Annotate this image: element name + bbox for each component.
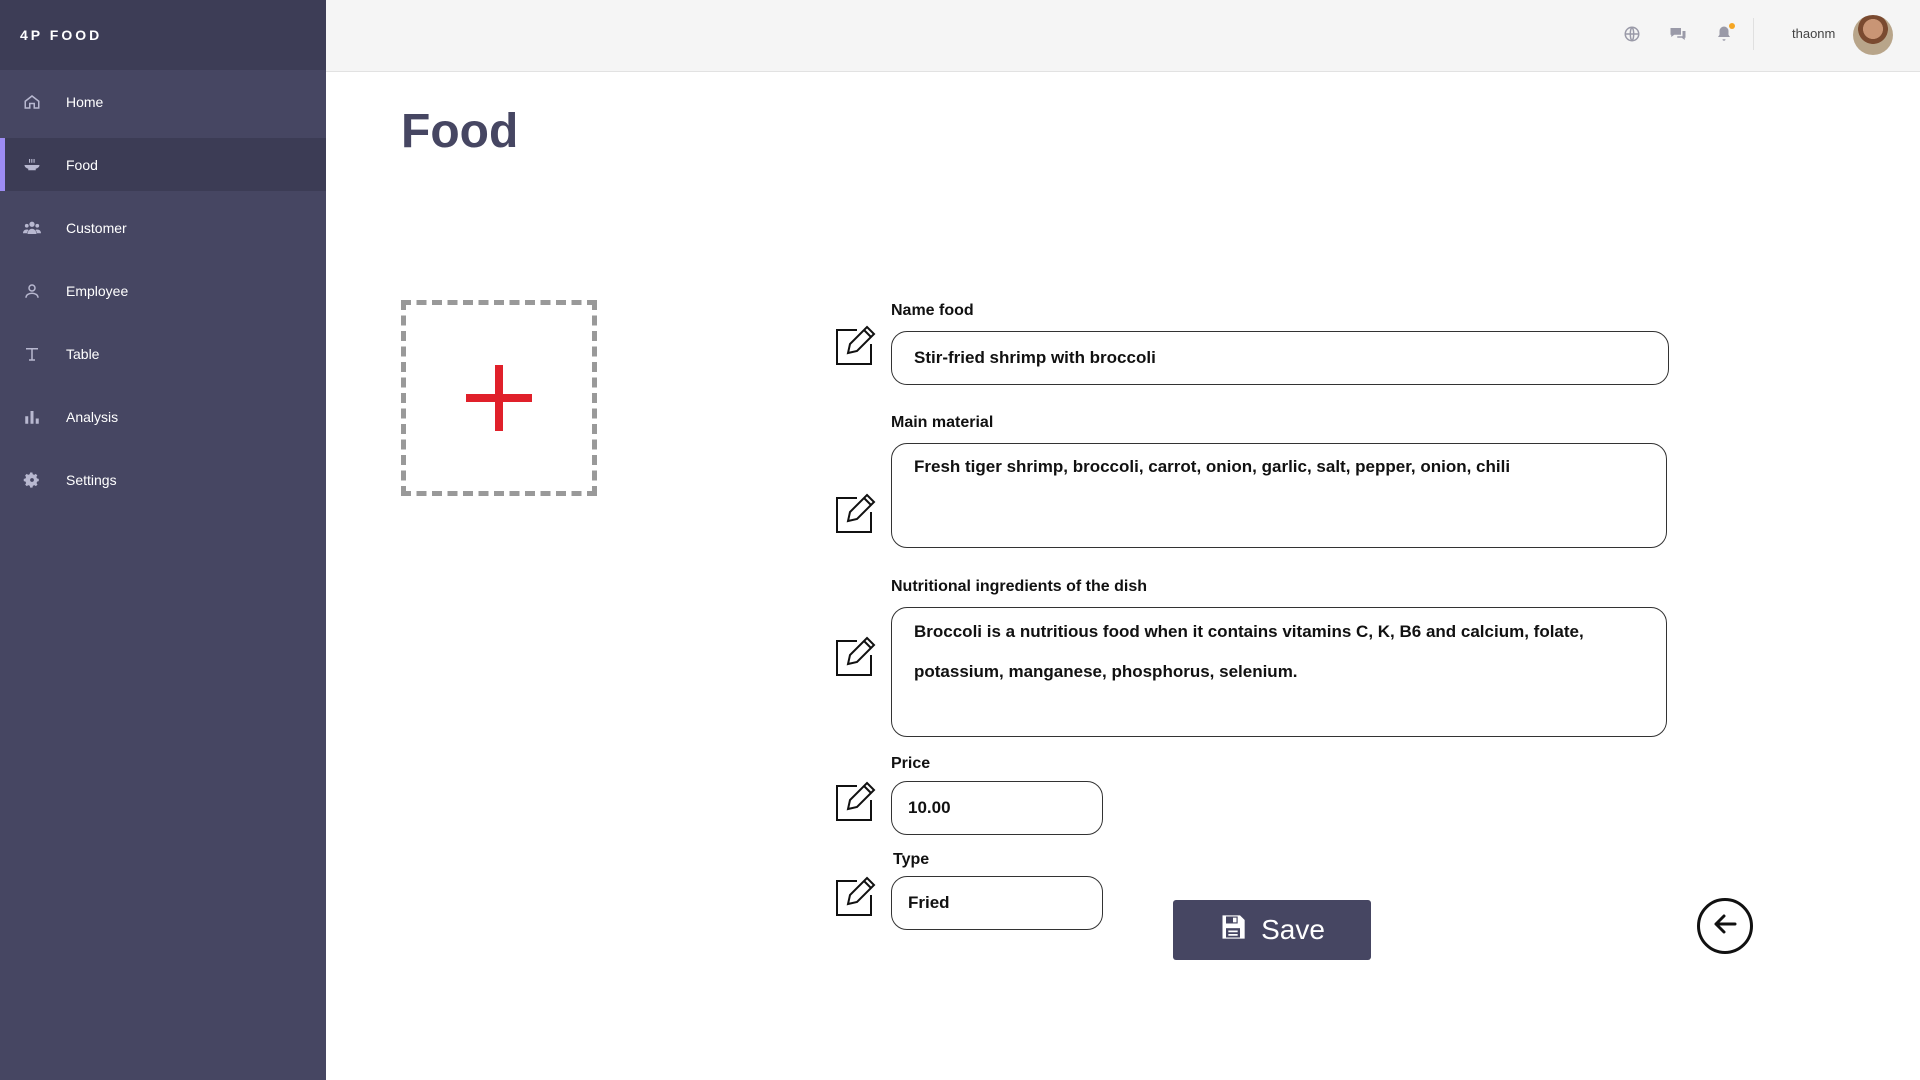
sidebar-item-label: Settings — [66, 471, 117, 488]
sidebar-item-home[interactable]: Home — [0, 75, 326, 128]
sidebar-item-settings[interactable]: Settings — [0, 453, 326, 506]
globe-icon[interactable] — [1623, 25, 1641, 43]
edit-icon[interactable] — [833, 492, 877, 536]
sidebar-item-analysis[interactable]: Analysis — [0, 390, 326, 443]
edit-icon[interactable] — [833, 324, 877, 368]
sidebar: 4P FOOD Home Food Customer Employee Tabl… — [0, 0, 326, 1080]
bar-chart-icon — [22, 407, 42, 427]
name-food-label: Name food — [891, 302, 974, 319]
bowl-icon — [22, 155, 42, 175]
topbar: thaonm — [326, 0, 1920, 72]
sidebar-item-customer[interactable]: Customer — [0, 201, 326, 254]
arrow-left-icon — [1709, 908, 1741, 945]
edit-icon[interactable] — [833, 780, 877, 824]
price-input[interactable] — [891, 781, 1103, 835]
back-button[interactable] — [1697, 898, 1753, 954]
type-input[interactable] — [891, 876, 1103, 930]
sidebar-nav: Home Food Customer Employee Table Analys… — [0, 75, 326, 506]
username[interactable]: thaonm — [1792, 26, 1835, 41]
sidebar-item-food[interactable]: Food — [0, 138, 326, 191]
home-icon — [22, 92, 42, 112]
edit-icon[interactable] — [833, 875, 877, 919]
avatar[interactable] — [1853, 15, 1893, 55]
name-food-input[interactable] — [891, 331, 1669, 385]
plus-icon — [466, 365, 532, 431]
users-icon — [22, 218, 42, 238]
user-icon — [22, 281, 42, 301]
sidebar-item-label: Food — [66, 156, 98, 173]
brand-logo: 4P FOOD — [0, 0, 326, 70]
bell-icon[interactable] — [1715, 23, 1735, 43]
main-material-label: Main material — [891, 414, 994, 431]
gear-icon — [22, 470, 42, 490]
chat-icon[interactable] — [1669, 25, 1687, 43]
type-label: Type — [893, 851, 930, 868]
nutrition-textarea[interactable]: Broccoli is a nutritious food when it co… — [891, 607, 1667, 737]
sidebar-item-employee[interactable]: Employee — [0, 264, 326, 317]
save-button[interactable]: Save — [1173, 900, 1371, 960]
nutrition-label: Nutritional ingredients of the dish — [891, 578, 1147, 595]
notification-dot — [1729, 23, 1735, 29]
text-tool-icon — [22, 344, 42, 364]
sidebar-item-label: Analysis — [66, 408, 119, 425]
topbar-divider — [1753, 18, 1754, 50]
page-title: Food — [401, 105, 519, 158]
sidebar-item-label: Table — [66, 345, 100, 362]
edit-icon[interactable] — [833, 635, 877, 679]
image-upload-box[interactable] — [401, 300, 597, 496]
sidebar-item-table[interactable]: Table — [0, 327, 326, 380]
sidebar-item-label: Customer — [66, 219, 127, 236]
main-material-textarea[interactable]: Fresh tiger shrimp, broccoli, carrot, on… — [891, 443, 1667, 548]
floppy-disk-icon — [1219, 913, 1247, 948]
save-button-label: Save — [1261, 914, 1325, 945]
price-label: Price — [891, 755, 931, 772]
sidebar-item-label: Employee — [66, 282, 129, 299]
sidebar-item-label: Home — [66, 93, 104, 110]
